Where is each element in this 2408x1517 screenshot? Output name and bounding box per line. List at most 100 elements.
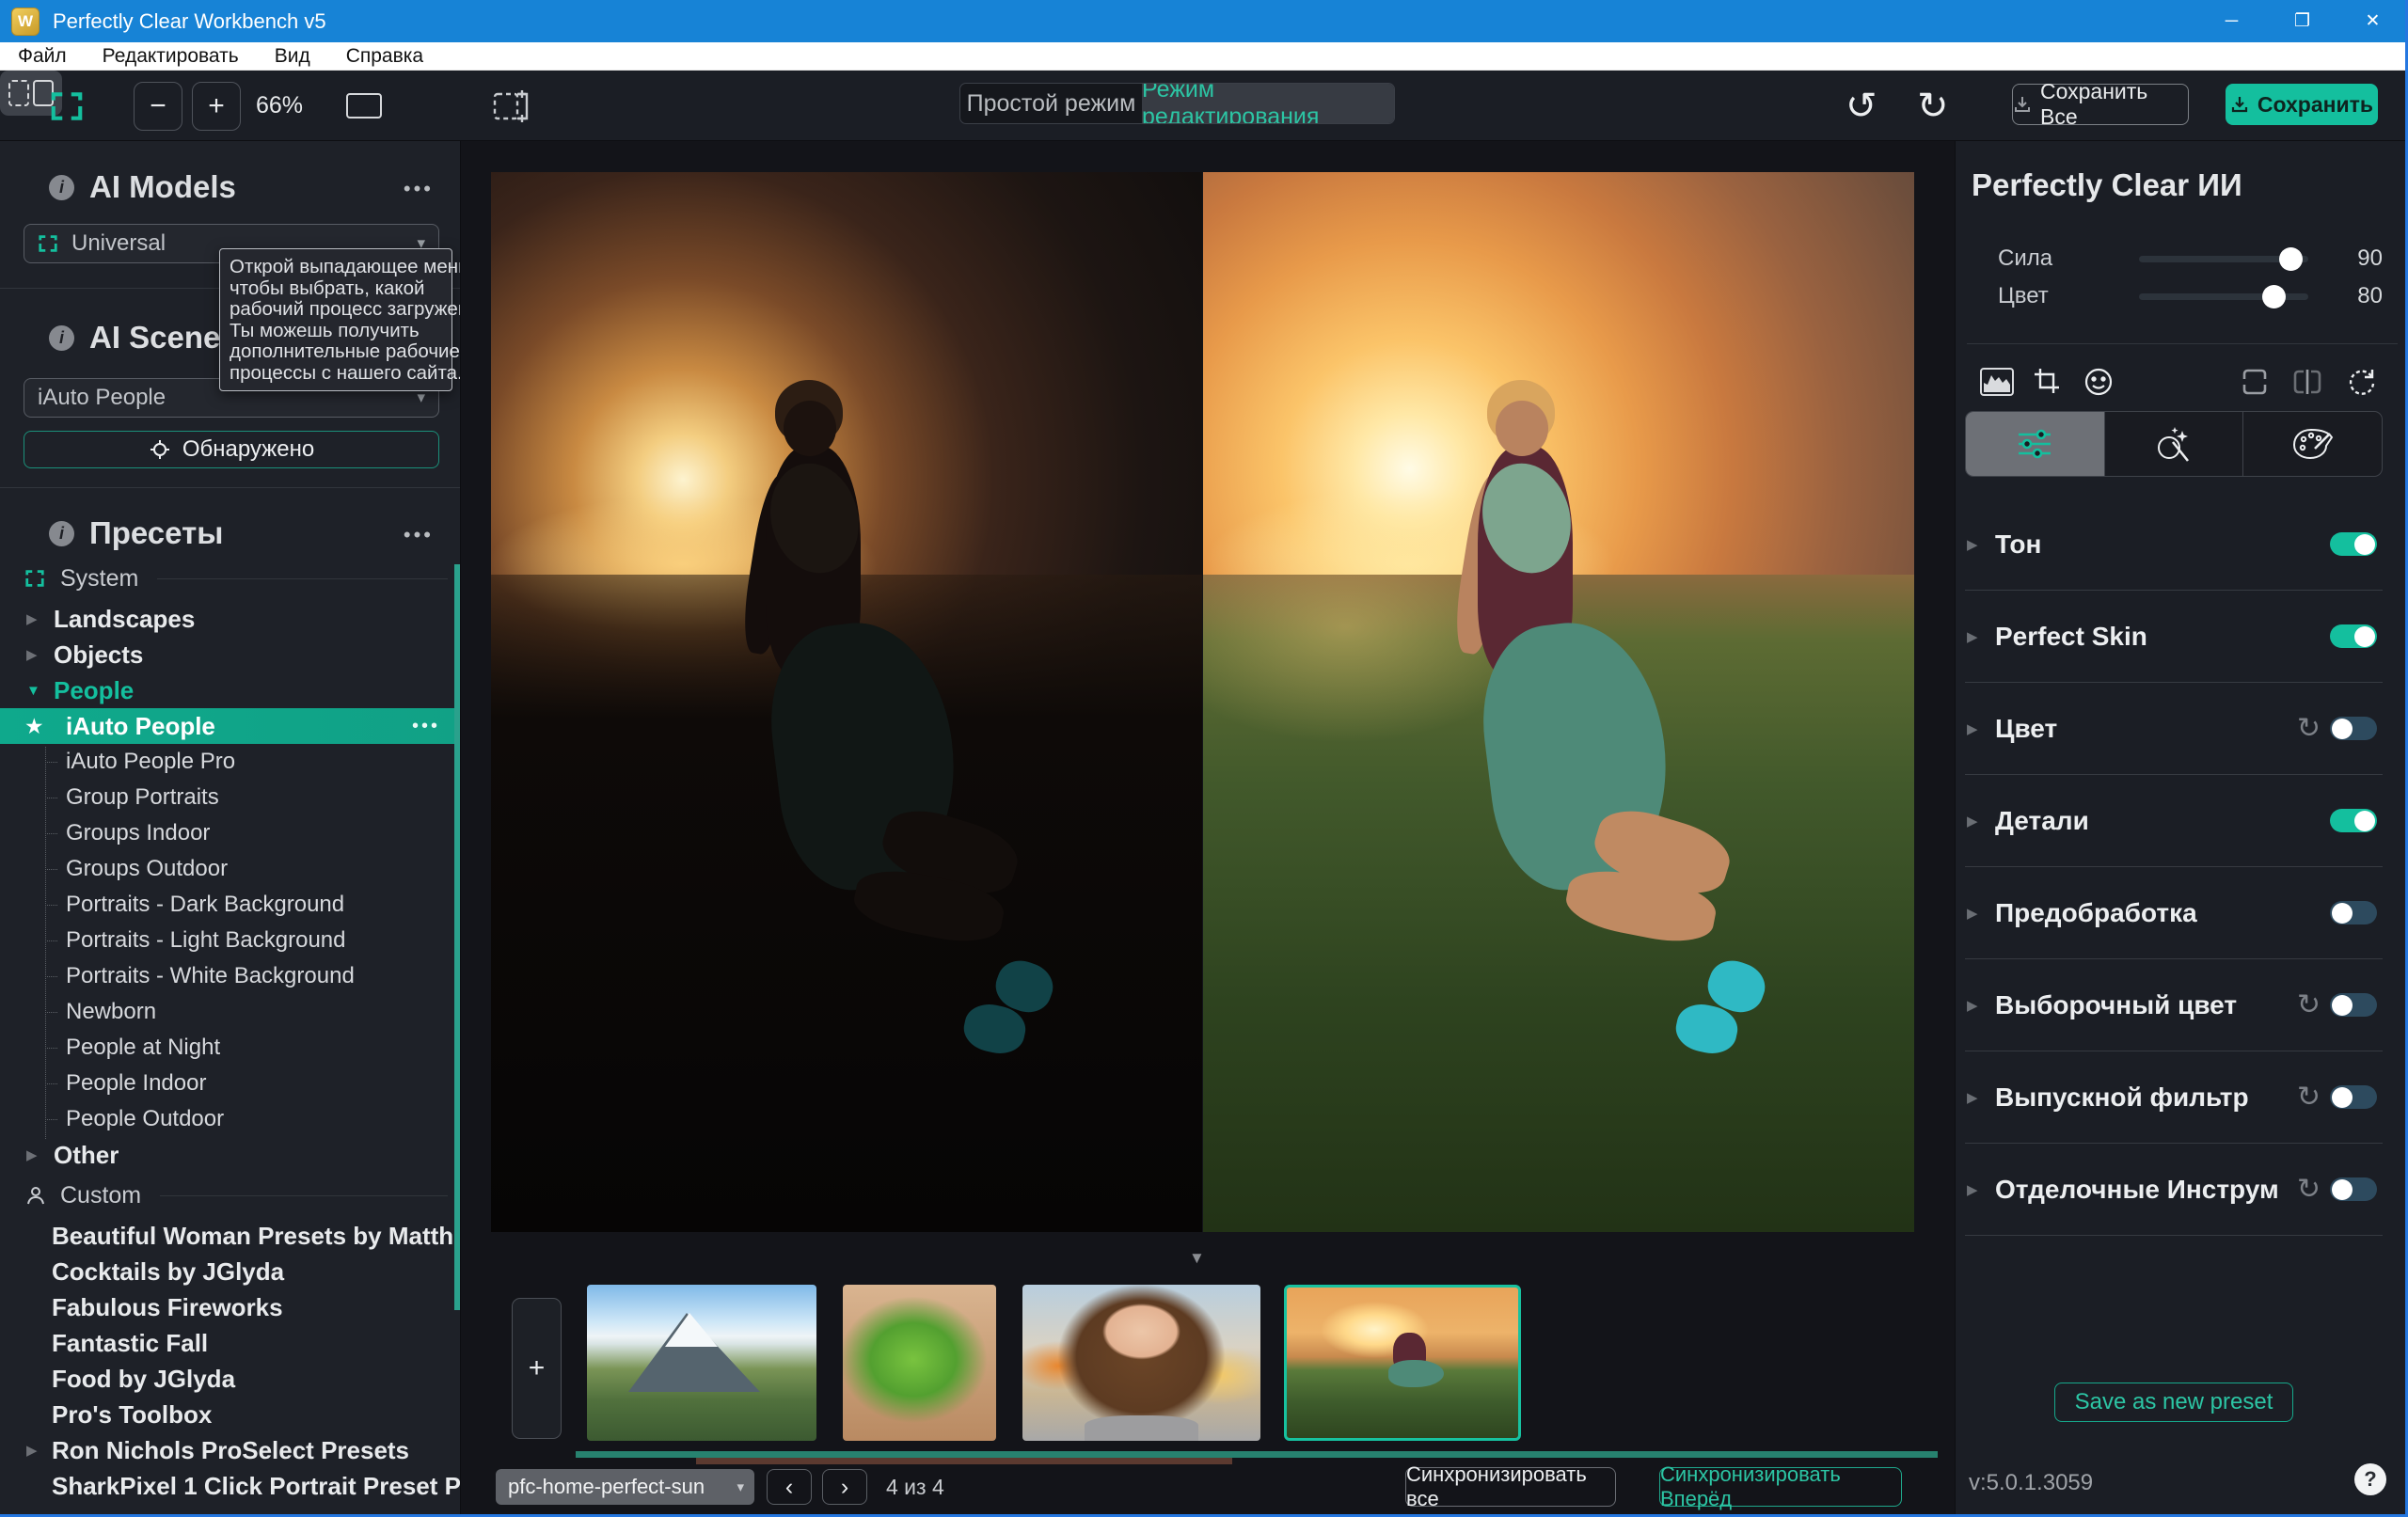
slider-thumb[interactable] [2279, 247, 2303, 271]
expand-triangle-icon[interactable]: ▶ [26, 610, 38, 627]
help-button[interactable]: ? [2354, 1463, 2386, 1495]
expand-triangle-icon[interactable]: ▶ [26, 1442, 38, 1459]
preset-menu-icon[interactable]: ••• [412, 716, 440, 737]
thumbnail-woman-portrait[interactable] [1022, 1285, 1260, 1441]
reset-icon[interactable]: ↻ [2297, 1081, 2321, 1114]
expand-triangle-icon[interactable]: ▶ [1967, 536, 1978, 553]
expand-triangle-icon[interactable]: ▶ [26, 646, 38, 663]
tab-simple-mode[interactable]: Простой режим [960, 84, 1142, 123]
collapse-triangle-icon[interactable]: ▼ [26, 683, 40, 699]
menu-file[interactable]: Файл [0, 42, 85, 71]
expand-triangle-icon[interactable]: ▶ [1967, 997, 1978, 1014]
toggle-off[interactable] [2330, 901, 2377, 924]
preset-item[interactable]: Portraits - Dark Background [0, 887, 461, 923]
toggle-on[interactable] [2330, 624, 2377, 648]
before-image[interactable] [491, 172, 1202, 1232]
sync-all-button[interactable]: Синхронизировать все [1405, 1467, 1616, 1507]
preset-item[interactable]: SharkPixel 1 Click Portrait Preset Pac [0, 1468, 461, 1504]
preset-item[interactable]: Portraits - White Background [0, 958, 461, 994]
thumbnail-sunset-woman-selected[interactable] [1284, 1285, 1521, 1441]
tab-looks[interactable] [2243, 412, 2382, 476]
preset-item[interactable]: People at Night [0, 1030, 461, 1066]
preset-item[interactable]: People Outdoor [0, 1101, 461, 1137]
info-icon[interactable]: i [49, 521, 74, 546]
maximize-button[interactable]: ❐ [2267, 0, 2337, 42]
preset-item[interactable]: Fantastic Fall [0, 1325, 461, 1361]
minimize-button[interactable]: ─ [2196, 0, 2267, 42]
presets-menu-icon[interactable]: ••• [404, 523, 434, 547]
slider-track[interactable] [2139, 256, 2308, 262]
preset-item-selected[interactable]: ★iAuto People••• [0, 708, 461, 744]
preset-item[interactable]: Newborn [0, 994, 461, 1030]
close-button[interactable]: ✕ [2337, 0, 2408, 42]
section-row[interactable]: ▶Цвет↻ [1965, 683, 2383, 775]
preset-group[interactable]: ▶Objects [0, 637, 461, 672]
section-row[interactable]: ▶Выпускной фильтр↻ [1965, 1051, 2383, 1144]
toggle-on[interactable] [2330, 809, 2377, 832]
section-row[interactable]: ▶Тон [1965, 498, 2383, 591]
preset-item[interactable]: Custom [0, 1173, 461, 1218]
next-image-button[interactable]: › [822, 1469, 867, 1505]
after-image[interactable] [1203, 172, 1914, 1232]
preset-item[interactable]: Groups Indoor [0, 815, 461, 851]
undo-icon[interactable]: ↺ [1846, 71, 1877, 141]
reset-icon[interactable]: ↻ [2297, 712, 2321, 745]
expand-triangle-icon[interactable]: ▶ [1967, 1181, 1978, 1198]
save-button[interactable]: Сохранить [2226, 84, 2378, 125]
preset-group[interactable]: ▶Other [0, 1137, 461, 1173]
zoom-out-button[interactable]: − [134, 82, 182, 131]
filmstrip-collapse-icon[interactable]: ▼ [1189, 1249, 1205, 1268]
tab-adjustments[interactable] [1966, 412, 2105, 476]
preset-item[interactable]: System [0, 556, 461, 601]
previous-image-button[interactable]: ‹ [767, 1469, 812, 1505]
sidebyside-view-icon[interactable] [491, 71, 532, 141]
section-row[interactable]: ▶Предобработка [1965, 867, 2383, 959]
expand-triangle-icon[interactable]: ▶ [1967, 905, 1978, 922]
preset-item[interactable]: Portraits - Light Background [0, 923, 461, 958]
toggle-on[interactable] [2330, 532, 2377, 556]
preset-item[interactable]: ▶Ron Nichols ProSelect Presets [0, 1432, 461, 1468]
face-retouch-icon[interactable] [2082, 365, 2115, 399]
single-view-icon[interactable] [346, 71, 382, 141]
rotate-icon[interactable] [2345, 365, 2379, 399]
expand-triangle-icon[interactable]: ▶ [1967, 628, 1978, 645]
slider-thumb[interactable] [2262, 285, 2286, 308]
toggle-off[interactable] [2330, 993, 2377, 1017]
slider-track[interactable] [2139, 293, 2308, 300]
preset-item[interactable]: Food by JGlyda [0, 1361, 461, 1397]
expand-triangle-icon[interactable]: ▶ [26, 1146, 38, 1163]
menu-help[interactable]: Справка [328, 42, 441, 71]
toggle-off[interactable] [2330, 1177, 2377, 1201]
favorite-star-icon[interactable]: ★ [24, 714, 44, 739]
split-vertical-icon[interactable] [2290, 365, 2324, 399]
tab-retouch[interactable] [2105, 412, 2244, 476]
histogram-icon[interactable] [1980, 365, 2014, 399]
preset-item[interactable]: Cocktails by JGlyda [0, 1254, 461, 1289]
preset-item[interactable]: Fabulous Fireworks [0, 1289, 461, 1325]
filename-dropdown[interactable]: pfc-home-perfect-sunlig ▾ [496, 1469, 754, 1505]
expand-triangle-icon[interactable]: ▶ [1967, 1089, 1978, 1106]
preset-item[interactable]: Groups Outdoor [0, 851, 461, 887]
section-row[interactable]: ▶Отделочные Инструменты↻ [1965, 1144, 2383, 1236]
toggle-off[interactable] [2330, 717, 2377, 740]
sidebar-scrollbar[interactable] [454, 564, 461, 1310]
zoom-in-button[interactable]: + [192, 82, 241, 131]
section-row[interactable]: ▶Выборочный цвет↻ [1965, 959, 2383, 1051]
split-horizontal-icon[interactable] [2238, 365, 2272, 399]
add-image-button[interactable]: + [512, 1298, 562, 1439]
toggle-off[interactable] [2330, 1085, 2377, 1109]
preset-group[interactable]: ▼People [0, 672, 461, 708]
reset-icon[interactable]: ↻ [2297, 1173, 2321, 1206]
section-row[interactable]: ▶Perfect Skin [1965, 591, 2383, 683]
thumbnail-mountain-landscape[interactable] [587, 1285, 816, 1441]
detected-button[interactable]: Обнаружено [24, 431, 439, 468]
ai-models-menu-icon[interactable]: ••• [404, 177, 434, 201]
save-as-new-preset-button[interactable]: Save as new preset [2054, 1383, 2293, 1422]
preset-item[interactable]: Group Portraits [0, 780, 461, 815]
menu-view[interactable]: Вид [257, 42, 328, 71]
redo-icon[interactable]: ↻ [1917, 71, 1949, 141]
expand-triangle-icon[interactable]: ▶ [1967, 720, 1978, 737]
tab-edit-mode[interactable]: Режим редактирования [1142, 84, 1394, 123]
preset-item[interactable]: Pro's Toolbox [0, 1397, 461, 1432]
menu-edit[interactable]: Редактировать [85, 42, 257, 71]
